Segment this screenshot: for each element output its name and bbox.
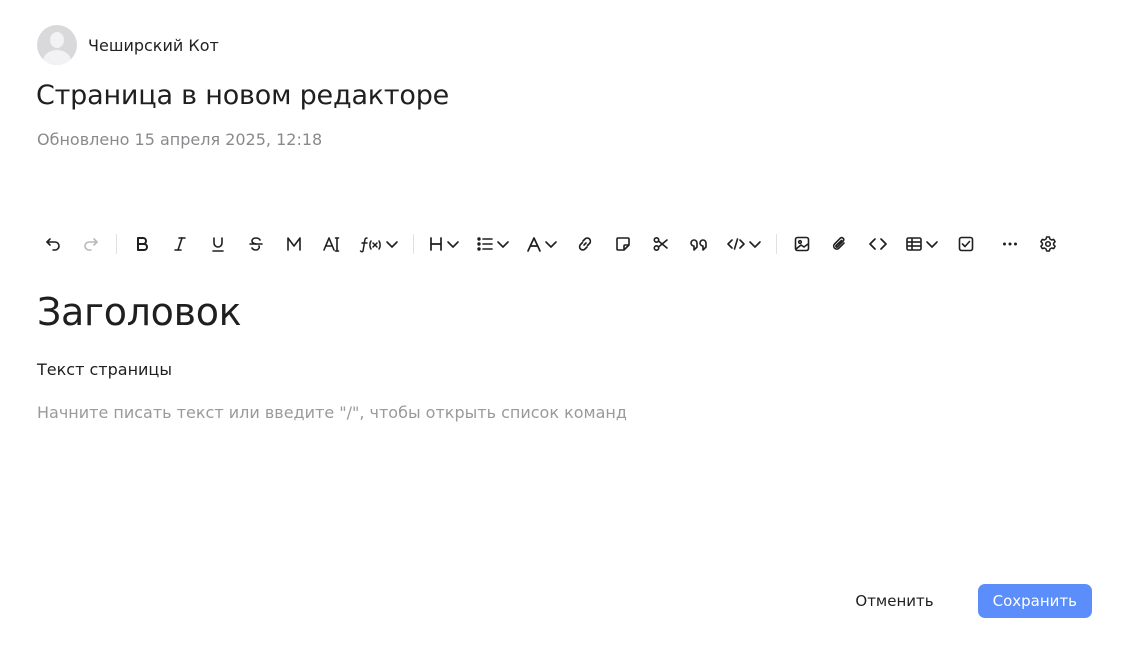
- text-style-icon: [323, 237, 340, 252]
- chevron-down-icon: [447, 241, 459, 248]
- more-button[interactable]: [991, 229, 1029, 259]
- image-icon: [794, 236, 810, 252]
- attachment-icon: [832, 236, 845, 250]
- formula-icon: [359, 237, 381, 253]
- redo-button[interactable]: [72, 229, 110, 259]
- note-button[interactable]: [604, 229, 642, 259]
- code-embed-icon: [727, 238, 745, 250]
- avatar[interactable]: [37, 25, 77, 65]
- cut-icon: [653, 236, 668, 252]
- bold-icon: [137, 237, 148, 251]
- italic-icon: [174, 237, 186, 251]
- link-icon: [578, 237, 592, 251]
- text-style-button[interactable]: [313, 229, 351, 259]
- code-button[interactable]: [859, 229, 897, 259]
- heading-dropdown[interactable]: [420, 229, 468, 259]
- editor-toolbar: [34, 229, 1067, 259]
- table-dropdown[interactable]: [897, 229, 947, 259]
- text-color-dropdown[interactable]: [518, 229, 566, 259]
- quote-button[interactable]: [680, 229, 718, 259]
- undo-icon: [46, 238, 60, 251]
- monospace-button[interactable]: [275, 229, 313, 259]
- chevron-down-icon: [926, 241, 938, 248]
- settings-icon: [1040, 236, 1056, 252]
- chevron-down-icon: [749, 241, 761, 248]
- strikethrough-button[interactable]: [237, 229, 275, 259]
- save-button[interactable]: Сохранить: [977, 584, 1092, 618]
- underline-icon: [212, 237, 224, 252]
- underline-button[interactable]: [199, 229, 237, 259]
- quote-icon: [690, 239, 707, 251]
- toolbar-divider: [116, 234, 117, 254]
- page-title: Страница в новом редакторе: [36, 80, 450, 111]
- toolbar-divider: [776, 234, 777, 254]
- author-name[interactable]: Чеширский Кот: [88, 36, 219, 55]
- chevron-down-icon: [386, 241, 398, 248]
- toolbar-divider: [413, 234, 414, 254]
- updated-timestamp: Обновлено 15 апреля 2025, 12:18: [37, 130, 323, 149]
- bold-button[interactable]: [123, 229, 161, 259]
- checkbox-button[interactable]: [947, 229, 985, 259]
- strikethrough-icon: [249, 237, 263, 251]
- text-color-icon: [527, 237, 541, 252]
- chevron-down-icon: [545, 241, 557, 248]
- cut-button[interactable]: [642, 229, 680, 259]
- cancel-button[interactable]: Отменить: [833, 584, 955, 618]
- author-info: Чеширский Кот: [37, 25, 219, 65]
- code-icon: [869, 238, 887, 250]
- checkbox-icon: [958, 236, 974, 252]
- link-button[interactable]: [566, 229, 604, 259]
- monospace-icon: [287, 237, 301, 251]
- note-icon: [616, 237, 630, 251]
- code-embed-dropdown[interactable]: [718, 229, 770, 259]
- content-paragraph[interactable]: Текст страницы: [37, 360, 1087, 379]
- form-actions: Отменить Сохранить: [833, 584, 1092, 618]
- undo-button[interactable]: [34, 229, 72, 259]
- formula-button[interactable]: [351, 229, 407, 259]
- heading-icon: [430, 237, 442, 251]
- chevron-down-icon: [497, 241, 509, 248]
- attachment-button[interactable]: [821, 229, 859, 259]
- list-dropdown[interactable]: [468, 229, 518, 259]
- table-icon: [906, 237, 922, 251]
- content-heading[interactable]: Заголовок: [37, 290, 1087, 336]
- redo-icon: [84, 238, 98, 251]
- settings-button[interactable]: [1029, 229, 1067, 259]
- italic-button[interactable]: [161, 229, 199, 259]
- editor-content[interactable]: Заголовок Текст страницы Начните писать …: [37, 290, 1087, 422]
- list-icon: [477, 237, 493, 251]
- editor-placeholder[interactable]: Начните писать текст или введите "/", чт…: [37, 403, 1087, 422]
- image-button[interactable]: [783, 229, 821, 259]
- more-icon: [1003, 242, 1017, 246]
